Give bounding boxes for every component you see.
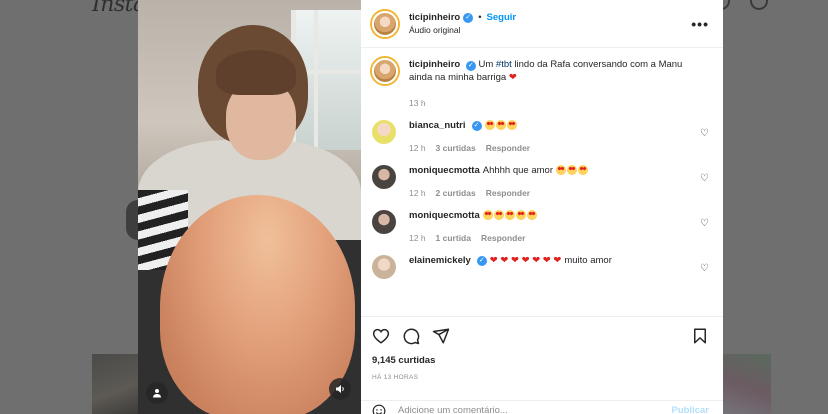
comment-username[interactable]: moniquecmotta xyxy=(409,165,480,176)
post-details-panel: ticipinheiro ✓ • Seguir Áudio original •… xyxy=(361,0,723,414)
comment-time[interactable]: 12 h xyxy=(409,143,426,153)
speaker-icon xyxy=(336,385,344,393)
video-frame xyxy=(138,0,361,414)
add-comment-bar: Adicione um comentário... Publicar xyxy=(361,400,723,414)
heart-emoji-icon: ❤ xyxy=(508,72,517,83)
comment-likes[interactable]: 1 curtida xyxy=(436,233,471,243)
heart-eyes-emoji-icon xyxy=(482,210,493,221)
comment-username[interactable]: bianca_nutri xyxy=(409,120,466,131)
likes-count[interactable]: 9,145 curtidas xyxy=(372,355,709,366)
comment-time[interactable]: 12 h xyxy=(409,188,426,198)
comment-likes[interactable]: 3 curtidas xyxy=(436,143,476,153)
reply-button[interactable]: Responder xyxy=(486,188,530,198)
comment-icon[interactable] xyxy=(402,327,420,345)
caption-text-start: Um xyxy=(478,59,496,70)
comment-emojis xyxy=(482,210,538,221)
comment: bianca_nutri ✓ 12 h 3 curtidas Responder… xyxy=(372,120,709,153)
post-video[interactable] xyxy=(138,0,361,414)
caption-meta: 13 h xyxy=(409,98,709,108)
comment: elainemickely ✓ ❤ ❤ ❤ ❤ ❤ ❤ ❤ muito amor… xyxy=(372,255,709,279)
emoji-icon[interactable] xyxy=(372,404,386,414)
heart-eyes-emoji-icon xyxy=(504,210,515,221)
bookmark-icon[interactable] xyxy=(691,327,709,345)
heart-icon[interactable] xyxy=(372,327,390,345)
comment-username[interactable]: moniquecmotta xyxy=(409,210,480,221)
separator-dot: • xyxy=(478,12,482,23)
post-modal: ticipinheiro ✓ • Seguir Áudio original •… xyxy=(138,0,723,414)
comments-list[interactable]: ticipinheiro ✓ Um #tbt lindo da Rafa con… xyxy=(361,48,723,316)
follow-button[interactable]: Seguir xyxy=(487,12,517,23)
comment-time[interactable]: 12 h xyxy=(409,233,426,243)
reply-button[interactable]: Responder xyxy=(481,233,525,243)
comment-text: Ahhhh que amor xyxy=(482,165,553,176)
comment-like-heart-icon[interactable]: ♡ xyxy=(700,173,709,184)
caption-username[interactable]: ticipinheiro xyxy=(409,59,460,70)
audio-toggle-button[interactable] xyxy=(329,378,351,400)
comment-like-heart-icon[interactable]: ♡ xyxy=(700,128,709,139)
heart-emojis: ❤ ❤ ❤ ❤ ❤ ❤ ❤ xyxy=(489,255,562,266)
comment-like-heart-icon[interactable]: ♡ xyxy=(700,263,709,274)
comment: moniquecmotta Ahhhh que amor 12 h 2 curt… xyxy=(372,165,709,198)
more-options-icon[interactable]: ••• xyxy=(691,16,709,32)
avatar[interactable] xyxy=(372,120,396,144)
heart-eyes-emoji-icon xyxy=(515,210,526,221)
share-icon[interactable] xyxy=(432,327,450,345)
comment-emojis xyxy=(555,165,589,176)
caption-time[interactable]: 13 h xyxy=(409,98,426,108)
post-date[interactable]: HÁ 13 HORAS xyxy=(372,374,709,381)
comment: moniquecmotta 12 h 1 curtida Responder ♡ xyxy=(372,210,709,243)
post-header: ticipinheiro ✓ • Seguir Áudio original •… xyxy=(361,0,723,48)
background-thumbnail xyxy=(92,354,140,414)
heart-eyes-emoji-icon xyxy=(526,210,537,221)
heart-eyes-emoji-icon xyxy=(566,165,577,176)
post-caption: ticipinheiro ✓ Um #tbt lindo da Rafa con… xyxy=(372,58,709,84)
heart-eyes-emoji-icon xyxy=(493,210,504,221)
comment-input[interactable]: Adicione um comentário... xyxy=(398,405,508,414)
verified-badge-icon: ✓ xyxy=(471,120,482,131)
verified-badge-icon: ✓ xyxy=(476,255,487,266)
comment-likes[interactable]: 2 curtidas xyxy=(436,188,476,198)
author-username[interactable]: ticipinheiro xyxy=(409,12,460,23)
post-actions: 9,145 curtidas HÁ 13 HORAS xyxy=(361,316,723,381)
heart-eyes-emoji-icon xyxy=(495,120,506,131)
comment-username[interactable]: elainemickely xyxy=(409,255,471,266)
heart-eyes-emoji-icon xyxy=(577,165,588,176)
heart-eyes-emoji-icon xyxy=(484,120,495,131)
user-tag-button[interactable] xyxy=(146,382,168,404)
heart-eyes-emoji-icon xyxy=(555,165,566,176)
profile-icon xyxy=(750,0,768,10)
avatar[interactable] xyxy=(372,58,398,84)
verified-badge-icon: ✓ xyxy=(465,61,476,71)
avatar[interactable] xyxy=(372,10,398,37)
hashtag-link[interactable]: #tbt xyxy=(496,59,512,70)
comment-like-heart-icon[interactable]: ♡ xyxy=(700,218,709,229)
avatar[interactable] xyxy=(372,165,396,189)
avatar[interactable] xyxy=(372,210,396,234)
heart-eyes-emoji-icon xyxy=(506,120,517,131)
comment-emojis xyxy=(484,120,518,131)
publish-button[interactable]: Publicar xyxy=(672,405,710,414)
audio-link[interactable]: Áudio original xyxy=(409,25,516,35)
avatar[interactable] xyxy=(372,255,396,279)
background-thumbnail xyxy=(723,354,771,414)
comment-text: muito amor xyxy=(564,255,612,266)
reply-button[interactable]: Responder xyxy=(486,143,530,153)
verified-badge-icon: ✓ xyxy=(463,12,474,23)
user-tag-icon xyxy=(153,389,161,398)
